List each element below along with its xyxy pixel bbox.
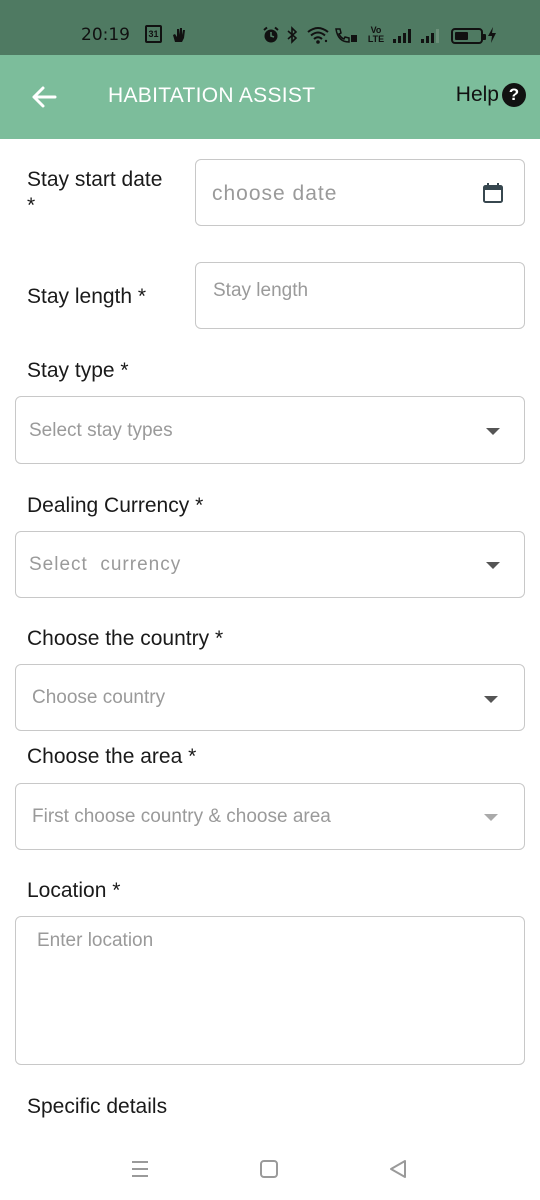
alarm-icon [262, 25, 280, 45]
help-icon: ? [502, 83, 526, 107]
location-label: Location * [27, 879, 121, 902]
chevron-down-icon [486, 428, 500, 435]
recents-button[interactable] [125, 1154, 155, 1184]
arrow-left-icon [32, 86, 57, 108]
signal-icon-1 [393, 29, 411, 43]
wifi-icon [307, 25, 329, 45]
system-nav-bar [0, 1140, 540, 1200]
app-bar: HABITATION ASSIST Help ? [0, 55, 540, 139]
stay-start-date-field[interactable]: choose date [195, 159, 525, 226]
status-bar: 20:19 31 Vo LTE [0, 0, 540, 55]
status-time: 20:19 [81, 25, 130, 45]
dealing-currency-placeholder: Select currency [29, 554, 182, 575]
calendar-icon[interactable] [482, 182, 504, 204]
area-placeholder: First choose country & choose area [32, 806, 331, 827]
chevron-down-icon [486, 562, 500, 569]
area-select[interactable]: First choose country & choose area [15, 783, 525, 850]
page-title: HABITATION ASSIST [108, 84, 316, 107]
location-textarea[interactable]: Enter location [15, 916, 525, 1065]
signal-icon-2 [421, 29, 439, 43]
charging-icon [486, 25, 498, 45]
battery-level [455, 32, 469, 40]
help-label: Help [455, 83, 499, 106]
home-button[interactable] [254, 1154, 284, 1184]
hand-icon [170, 25, 188, 45]
stay-start-date-label: Stay start date [27, 168, 163, 191]
country-placeholder: Choose country [32, 687, 166, 708]
menu-icon [132, 1161, 148, 1177]
nav-back-button[interactable] [383, 1154, 413, 1184]
stay-type-label: Stay type * [27, 359, 129, 382]
dealing-currency-select[interactable]: Select currency [15, 531, 525, 598]
square-icon [260, 1160, 278, 1178]
volte-label-bottom: LTE [367, 34, 385, 44]
stay-type-select[interactable]: Select stay types [15, 396, 525, 464]
specific-details-label: Specific details [27, 1095, 168, 1118]
help-button[interactable]: Help ? [456, 83, 526, 107]
stay-length-placeholder: Stay length [213, 280, 309, 301]
stay-type-placeholder: Select stay types [29, 420, 173, 441]
bluetooth-icon [286, 25, 298, 45]
back-button[interactable] [24, 77, 64, 117]
area-label: Choose the area * [27, 745, 197, 768]
calendar-notification-icon: 31 [145, 25, 162, 43]
stay-length-input[interactable]: Stay length [195, 262, 525, 329]
chevron-down-icon [484, 696, 498, 703]
wifi-calling-icon [333, 25, 359, 45]
stay-start-date-placeholder: choose date [212, 182, 338, 205]
stay-length-label: Stay length * [27, 285, 147, 308]
stay-start-date-required: * [27, 194, 36, 217]
country-select[interactable]: Choose country [15, 664, 525, 731]
dealing-currency-label: Dealing Currency * [27, 494, 204, 517]
location-placeholder: Enter location [37, 930, 154, 951]
country-label: Choose the country * [27, 627, 224, 650]
triangle-back-icon [390, 1160, 406, 1178]
battery-icon [451, 28, 486, 44]
chevron-down-icon [484, 814, 498, 821]
volte-icon: Vo LTE [365, 25, 387, 45]
